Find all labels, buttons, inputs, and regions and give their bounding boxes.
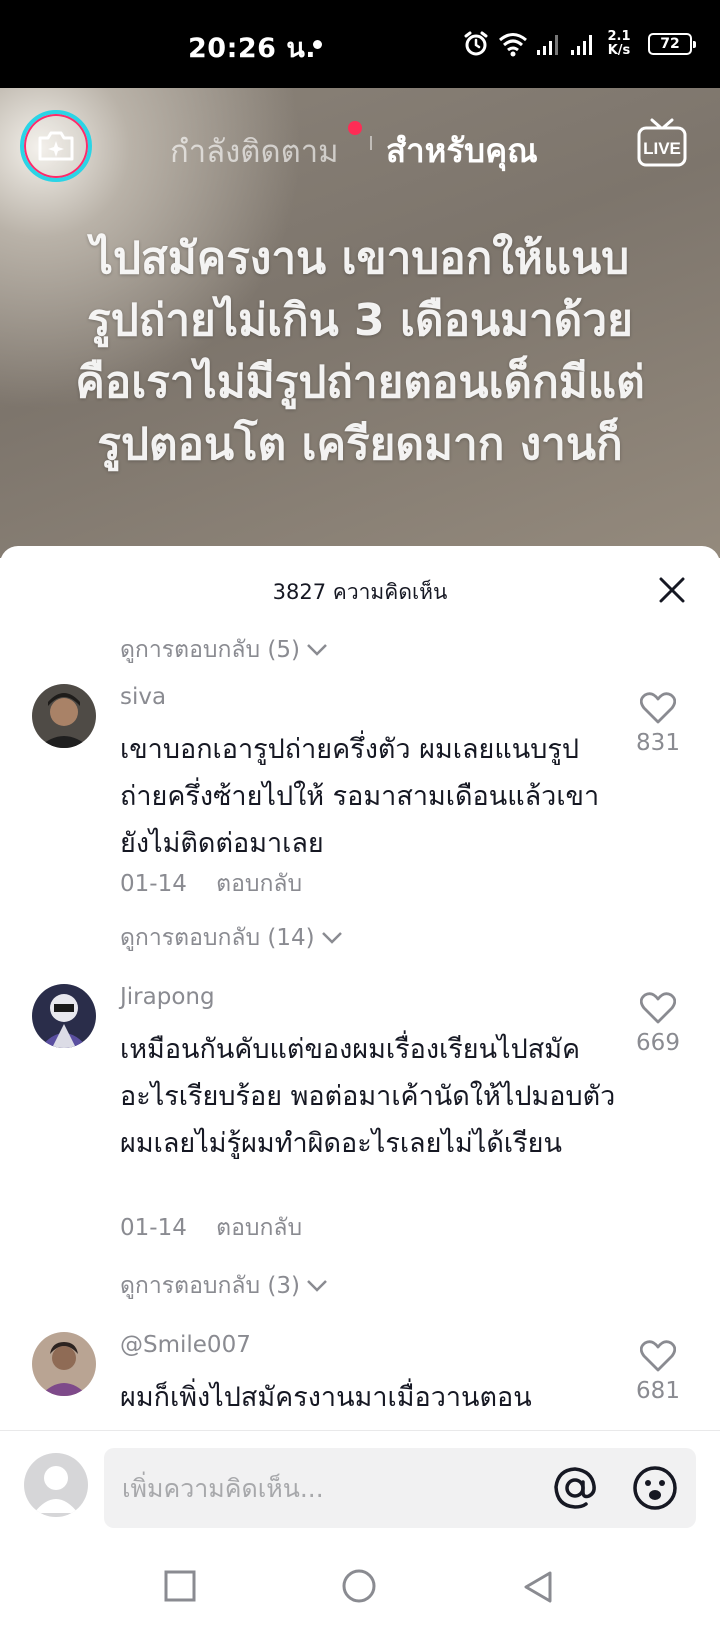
back-icon[interactable] [522, 1570, 554, 1604]
tab-separator [370, 136, 372, 150]
default-avatar-icon [34, 1466, 78, 1513]
alarm-icon [464, 31, 488, 56]
comment-date: 01-14 [120, 1215, 187, 1241]
like-button[interactable]: 669 [630, 992, 686, 1056]
emoji-icon[interactable] [632, 1465, 678, 1511]
status-time: 20:26 น. [188, 33, 317, 64]
like-count: 831 [636, 730, 680, 756]
like-button[interactable]: 831 [630, 692, 686, 756]
status-icons: 2.1 K/s 72 [462, 24, 696, 64]
video-player[interactable]: กำลังติดตาม สำหรับคุณ LIVE ไปสมัครงาน เข… [0, 88, 720, 558]
heart-icon [640, 992, 676, 1024]
heart-icon [640, 692, 676, 724]
home-icon[interactable] [341, 1568, 377, 1604]
signal-icon-2 [571, 35, 592, 55]
live-icon[interactable]: LIVE [636, 118, 688, 168]
view-replies-button[interactable]: ดูการตอบกลับ (3) [120, 1268, 328, 1304]
signal-icon-1 [537, 35, 558, 55]
chevron-down-icon [307, 644, 327, 656]
comment-text: เขาบอกเอารูปถ่ายครึ่งตัว ผมเลยแนบรูปถ่าย… [120, 734, 600, 859]
camera-icon [38, 131, 74, 161]
view-replies-button[interactable]: ดูการตอบกลับ (14) [120, 920, 343, 956]
video-caption: ไปสมัครงาน เขาบอกให้แนบ รูปถ่ายไม่เกิน 3… [75, 233, 645, 470]
chevron-down-icon [307, 1280, 327, 1292]
status-bar: 20:26 น. 2.1 K/s 72 [0, 0, 720, 88]
comments-header: 3827 ความคิดเห็น [0, 546, 720, 632]
system-nav-bar [0, 1534, 720, 1640]
avatar[interactable] [32, 684, 96, 748]
comment-username[interactable]: @Smile007 [120, 1332, 251, 1358]
comment-input-bar [0, 1430, 720, 1534]
network-speed: 2.1 K/s [607, 29, 631, 58]
user-photo [32, 984, 96, 1048]
notification-dot-icon [313, 40, 322, 49]
tab-following[interactable]: กำลังติดตาม [170, 126, 339, 176]
like-button[interactable]: 681 [630, 1340, 686, 1404]
close-icon [659, 577, 685, 603]
comment-text: เหมือนกันคับแต่ของผมเรื่องเรียนไปสมัคอะไ… [120, 1034, 616, 1159]
comment-input[interactable] [104, 1448, 696, 1528]
comment-item: siva เขาบอกเอารูปถ่ายครึ่งตัว ผมเลยแนบรู… [0, 684, 720, 984]
avatar[interactable] [32, 1332, 96, 1396]
comment-count: 3827 ความคิดเห็น [272, 580, 448, 604]
comment-meta: 01-14 ตอบกลับ [120, 1210, 302, 1246]
svg-text:LIVE: LIVE [643, 139, 681, 158]
comment-item: @Smile007 ผมก็เพิ่งไปสมัครงานมาเมื่อวานต… [0, 1332, 720, 1432]
comment-item: Jirapong เหมือนกันคับแต่ของผมเรื่องเรียน… [0, 984, 720, 1274]
recent-apps-icon[interactable] [164, 1570, 196, 1602]
user-photo [32, 684, 96, 748]
new-content-dot [348, 121, 362, 135]
view-replies-button[interactable]: ดูการตอบกลับ (5) [120, 632, 328, 668]
camera-button[interactable] [20, 110, 92, 182]
chevron-down-icon [321, 932, 342, 944]
close-button[interactable] [652, 570, 692, 610]
my-avatar [24, 1453, 88, 1517]
mention-icon[interactable] [552, 1465, 598, 1511]
like-count: 669 [636, 1030, 680, 1056]
reply-button[interactable]: ตอบกลับ [216, 871, 302, 897]
user-photo [32, 1332, 96, 1396]
tab-for-you[interactable]: สำหรับคุณ [386, 124, 538, 177]
comment-username[interactable]: siva [120, 684, 166, 710]
comment-list[interactable]: ดูการตอบกลับ (5) siva เขาบอกเอารูปถ่ายคร… [0, 632, 720, 1432]
avatar[interactable] [32, 984, 96, 1048]
comment-meta: 01-14 ตอบกลับ [120, 866, 302, 902]
heart-icon [640, 1340, 676, 1372]
reply-button[interactable]: ตอบกลับ [216, 1215, 302, 1241]
wifi-icon [499, 33, 527, 57]
battery-icon: 72 [648, 33, 696, 55]
like-count: 681 [636, 1378, 680, 1404]
comment-text: ผมก็เพิ่งไปสมัครงานมาเมื่อวานตอน [120, 1382, 532, 1413]
comment-date: 01-14 [120, 871, 187, 897]
comment-username[interactable]: Jirapong [120, 984, 215, 1010]
